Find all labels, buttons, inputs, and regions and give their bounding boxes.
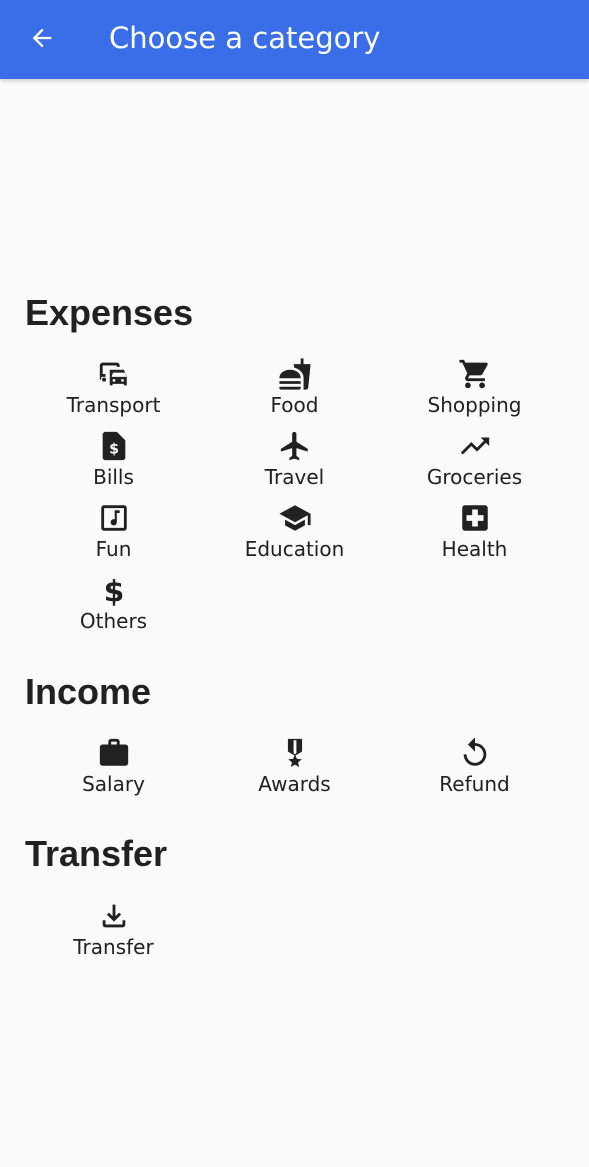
- dollar-icon: $: [97, 573, 131, 607]
- trending-up-icon: [458, 429, 492, 463]
- category-label: Refund: [439, 772, 510, 796]
- category-refund[interactable]: Refund: [384, 736, 565, 806]
- category-label: Transfer: [73, 935, 154, 959]
- category-shopping[interactable]: Shopping: [384, 357, 565, 427]
- fastfood-icon: [278, 357, 312, 391]
- category-bills[interactable]: $ Bills: [23, 429, 204, 499]
- section-title-transfer: Transfer: [25, 833, 168, 874]
- category-awards[interactable]: Awards: [204, 736, 385, 806]
- military-medal-icon: [278, 736, 312, 770]
- music-note-icon: [97, 501, 131, 535]
- download-icon: [97, 899, 131, 933]
- transport-icon: [97, 357, 131, 391]
- bill-icon: $: [97, 429, 131, 463]
- category-label: Salary: [82, 772, 145, 796]
- category-food[interactable]: Food: [204, 357, 385, 427]
- briefcase-icon: [97, 736, 131, 770]
- category-label: Others: [79, 609, 148, 633]
- back-button[interactable]: [22, 18, 62, 58]
- category-others[interactable]: $ Others: [23, 573, 204, 643]
- page-title: Choose a category: [109, 21, 381, 55]
- category-groceries[interactable]: Groceries: [384, 429, 565, 499]
- category-label: Groceries: [426, 465, 523, 489]
- category-label: Bills: [93, 465, 134, 489]
- category-fun[interactable]: Fun: [23, 501, 204, 571]
- refresh-icon: [458, 736, 492, 770]
- shopping-cart-icon: [458, 357, 492, 391]
- category-travel[interactable]: Travel: [204, 429, 385, 499]
- category-education[interactable]: Education: [204, 501, 385, 571]
- category-health[interactable]: Health: [384, 501, 565, 571]
- graduation-cap-icon: [278, 501, 312, 535]
- category-label: Transport: [66, 393, 161, 417]
- svg-text:$: $: [103, 574, 124, 607]
- medical-cross-icon: [458, 501, 492, 535]
- category-label: Fun: [95, 537, 132, 561]
- category-label: Travel: [264, 465, 325, 489]
- airplane-icon: [278, 429, 312, 463]
- section-title-income: Income: [25, 671, 152, 712]
- section-title-expenses: Expenses: [25, 292, 194, 333]
- category-label: Education: [244, 537, 345, 561]
- category-label: Food: [270, 393, 319, 417]
- arrow-back-icon: [28, 24, 56, 52]
- category-label: Shopping: [427, 393, 522, 417]
- category-salary[interactable]: Salary: [23, 736, 204, 806]
- category-transfer[interactable]: Transfer: [23, 899, 204, 969]
- category-transport[interactable]: Transport: [23, 357, 204, 427]
- category-label: Health: [441, 537, 508, 561]
- app-bar: Choose a category: [0, 0, 589, 79]
- svg-text:$: $: [109, 441, 119, 457]
- category-label: Awards: [258, 772, 331, 796]
